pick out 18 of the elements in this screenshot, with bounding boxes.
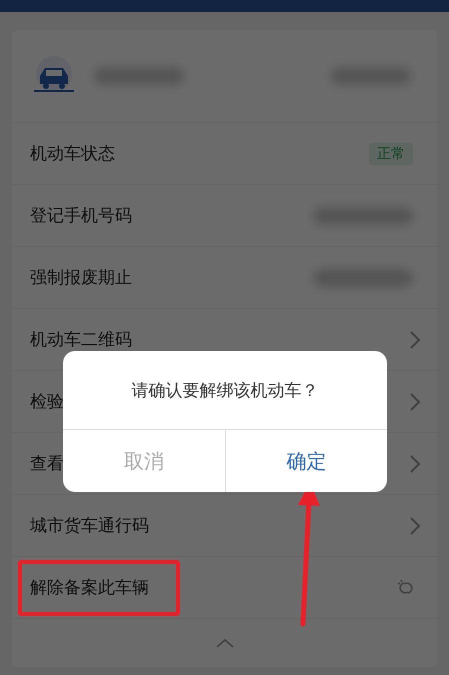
chevron-up-icon[interactable] — [214, 638, 234, 648]
row-label: 检验 — [30, 391, 64, 413]
row-label: 查看 — [30, 453, 64, 475]
chevron-right-icon — [409, 516, 421, 536]
row-label: 机动车状态 — [30, 143, 115, 165]
row-label: 强制报废期止 — [30, 267, 132, 289]
cancel-button[interactable]: 取消 — [63, 430, 224, 492]
chevron-right-icon — [409, 330, 421, 350]
row-label: 登记手机号码 — [30, 205, 132, 227]
list-row[interactable]: 解除备案此车辆 — [12, 557, 437, 619]
status-tag: 正常 — [369, 142, 413, 164]
chevron-right-icon — [409, 454, 421, 474]
dialog-message: 请确认要解绑该机动车？ — [132, 380, 318, 402]
confirm-button[interactable]: 确定 — [224, 430, 387, 492]
row-label: 解除备案此车辆 — [30, 577, 149, 599]
row-label: 城市货车通行码 — [30, 515, 149, 537]
row-label: 机动车二维码 — [30, 329, 132, 351]
chevron-right-icon — [409, 392, 421, 412]
